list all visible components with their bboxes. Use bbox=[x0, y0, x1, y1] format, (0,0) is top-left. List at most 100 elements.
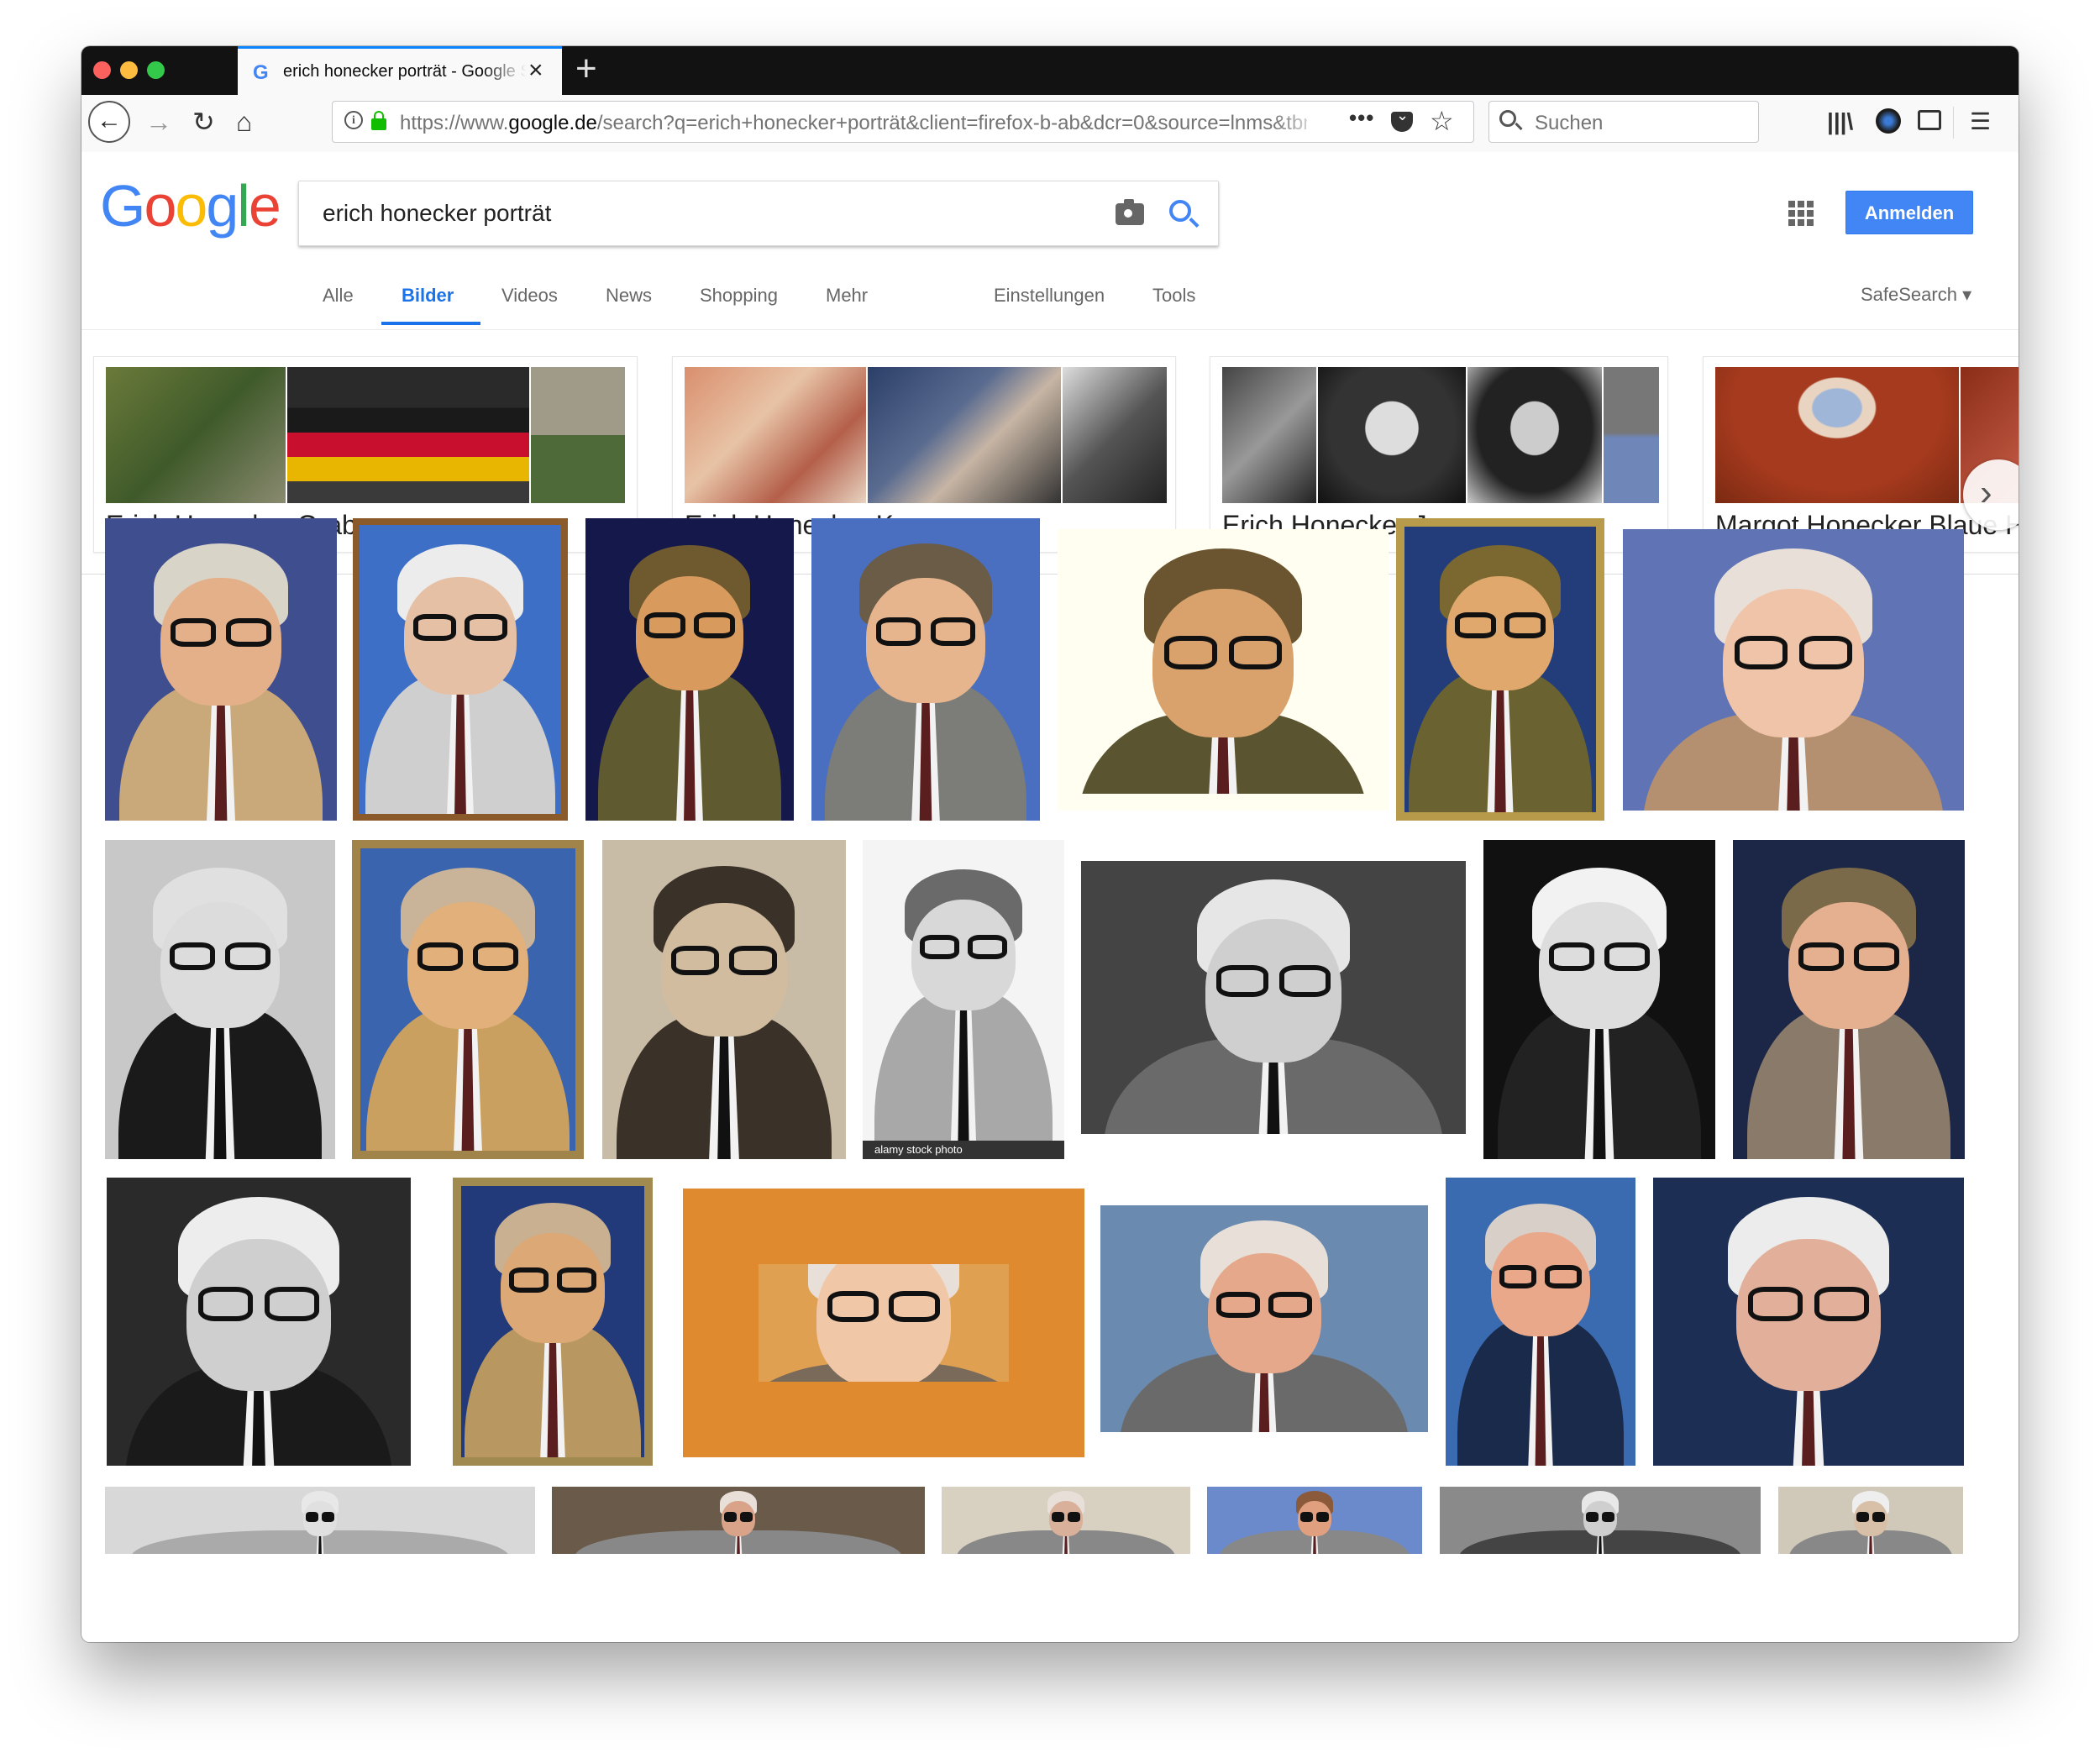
related-card-margot[interactable]: Margot Honecker Blaue Haare bbox=[1703, 356, 2019, 553]
glasses-lens bbox=[306, 1512, 319, 1523]
query-box[interactable]: erich honecker porträt bbox=[298, 181, 1219, 246]
tab-news[interactable]: News bbox=[606, 285, 652, 307]
glasses-lens bbox=[1216, 1291, 1260, 1319]
picture-frame bbox=[453, 1178, 653, 1466]
search-button-icon[interactable] bbox=[1169, 200, 1191, 222]
pocket-icon[interactable] bbox=[1391, 107, 1413, 132]
glasses-lens bbox=[1586, 1512, 1599, 1523]
tab-mehr[interactable]: Mehr bbox=[826, 285, 868, 307]
browser-tab[interactable]: G erich honecker porträt - Google Suche … bbox=[238, 46, 562, 95]
image-result[interactable] bbox=[352, 840, 584, 1159]
picture-frame bbox=[352, 840, 584, 1159]
zoom-window-button[interactable] bbox=[147, 61, 165, 79]
image-result[interactable] bbox=[1396, 518, 1604, 821]
image-result[interactable] bbox=[1653, 1178, 1964, 1466]
extension-icon[interactable] bbox=[1876, 108, 1901, 134]
image-result[interactable] bbox=[1440, 1487, 1761, 1554]
signin-button[interactable]: Anmelden bbox=[1845, 191, 1973, 234]
lock-icon[interactable] bbox=[371, 111, 386, 130]
minimize-window-button[interactable] bbox=[120, 61, 138, 79]
tab-alle[interactable]: Alle bbox=[323, 285, 354, 307]
image-result[interactable] bbox=[585, 518, 794, 821]
tools-link[interactable]: Tools bbox=[1152, 285, 1195, 307]
image-result[interactable] bbox=[552, 1487, 925, 1554]
active-tab-indicator bbox=[381, 322, 480, 325]
close-window-button[interactable] bbox=[93, 61, 111, 79]
image-result[interactable] bbox=[1207, 1487, 1422, 1554]
glasses-lens bbox=[1548, 942, 1595, 971]
glasses-lens bbox=[1268, 1291, 1312, 1319]
image-result[interactable] bbox=[105, 1487, 535, 1554]
search-placeholder: Suchen bbox=[1535, 112, 1604, 134]
forward-icon[interactable]: → bbox=[145, 103, 172, 140]
browser-window: G erich honecker porträt - Google Suche … bbox=[81, 46, 2019, 1642]
apps-grid-icon[interactable] bbox=[1788, 201, 1814, 226]
glasses-lens bbox=[1499, 1265, 1537, 1289]
tab-bilder[interactable]: Bilder bbox=[402, 285, 454, 307]
glasses-lens bbox=[225, 618, 272, 648]
image-result[interactable] bbox=[1483, 840, 1715, 1159]
glasses-lens bbox=[197, 1287, 254, 1321]
safesearch-dropdown[interactable]: SafeSearch ▾ bbox=[1861, 284, 1971, 306]
glasses-lens bbox=[170, 618, 217, 648]
einstellungen-link[interactable]: Einstellungen bbox=[994, 285, 1105, 307]
image-result[interactable] bbox=[107, 1178, 411, 1466]
image-result[interactable] bbox=[1058, 529, 1389, 811]
image-result[interactable] bbox=[1100, 1205, 1428, 1432]
glasses-lens bbox=[1747, 1287, 1803, 1321]
camera-icon[interactable] bbox=[1116, 199, 1144, 225]
glasses-lens bbox=[1067, 1512, 1080, 1523]
glasses-lens bbox=[1544, 1265, 1583, 1289]
glasses-lens bbox=[321, 1512, 334, 1523]
glasses-lens bbox=[1315, 1512, 1329, 1523]
tab-strip: G erich honecker porträt - Google Suche … bbox=[81, 46, 2019, 95]
new-tab-button[interactable]: + bbox=[575, 50, 597, 88]
menu-icon[interactable]: ☰ bbox=[1970, 107, 1991, 137]
image-result[interactable] bbox=[942, 1487, 1190, 1554]
home-icon[interactable]: ⌂ bbox=[236, 103, 252, 140]
image-result[interactable] bbox=[683, 1189, 1084, 1457]
glasses-lens bbox=[670, 945, 719, 976]
image-result[interactable] bbox=[105, 518, 337, 821]
page-actions-icon[interactable]: ••• bbox=[1349, 105, 1374, 131]
tab-videos[interactable]: Videos bbox=[501, 285, 558, 307]
image-result[interactable] bbox=[453, 1178, 653, 1466]
image-result[interactable] bbox=[1446, 1178, 1635, 1466]
sidebar-icon[interactable] bbox=[1918, 110, 1941, 130]
image-result[interactable] bbox=[353, 518, 568, 821]
image-result[interactable]: alamy stock photo bbox=[863, 840, 1064, 1159]
glasses-lens bbox=[1853, 942, 1900, 971]
image-result[interactable] bbox=[1733, 840, 1965, 1159]
picture-frame bbox=[1396, 518, 1604, 821]
info-icon[interactable]: i bbox=[344, 111, 363, 129]
query-input[interactable]: erich honecker porträt bbox=[323, 200, 551, 227]
back-icon[interactable]: ← bbox=[88, 101, 130, 143]
glasses-lens bbox=[875, 617, 921, 646]
image-result[interactable] bbox=[811, 518, 1040, 821]
bookmark-star-icon[interactable]: ☆ bbox=[1430, 105, 1454, 137]
tab-shopping[interactable]: Shopping bbox=[700, 285, 778, 307]
glasses-lens bbox=[967, 935, 1008, 960]
picture-frame bbox=[353, 518, 568, 821]
glasses-lens bbox=[1604, 942, 1651, 971]
image-result[interactable] bbox=[602, 840, 846, 1159]
image-result[interactable] bbox=[1623, 529, 1964, 811]
glasses-lens bbox=[224, 942, 270, 971]
glasses-lens bbox=[919, 935, 959, 960]
browser-search-box[interactable]: Suchen bbox=[1488, 101, 1759, 143]
picture-frame bbox=[1058, 529, 1389, 811]
tab-close-icon[interactable]: × bbox=[528, 57, 543, 84]
picture-frame bbox=[683, 1189, 1084, 1457]
image-result[interactable] bbox=[1778, 1487, 1963, 1554]
url-bar[interactable]: i https://www.google.de/search?q=erich+h… bbox=[332, 101, 1474, 143]
glasses-lens bbox=[1278, 964, 1331, 997]
image-result[interactable] bbox=[1081, 861, 1466, 1134]
library-icon[interactable]: |||\ bbox=[1827, 107, 1853, 137]
reload-icon[interactable]: ↻ bbox=[192, 103, 215, 140]
glasses-lens bbox=[1798, 636, 1853, 669]
navigation-toolbar: ← → ↻ ⌂ i https://www.google.de/search?q… bbox=[81, 95, 2019, 153]
glasses-lens bbox=[1300, 1512, 1314, 1523]
image-result[interactable] bbox=[105, 840, 335, 1159]
google-logo[interactable]: Google bbox=[100, 172, 281, 239]
url-text[interactable]: https://www.google.de/search?q=erich+hon… bbox=[400, 112, 1307, 135]
